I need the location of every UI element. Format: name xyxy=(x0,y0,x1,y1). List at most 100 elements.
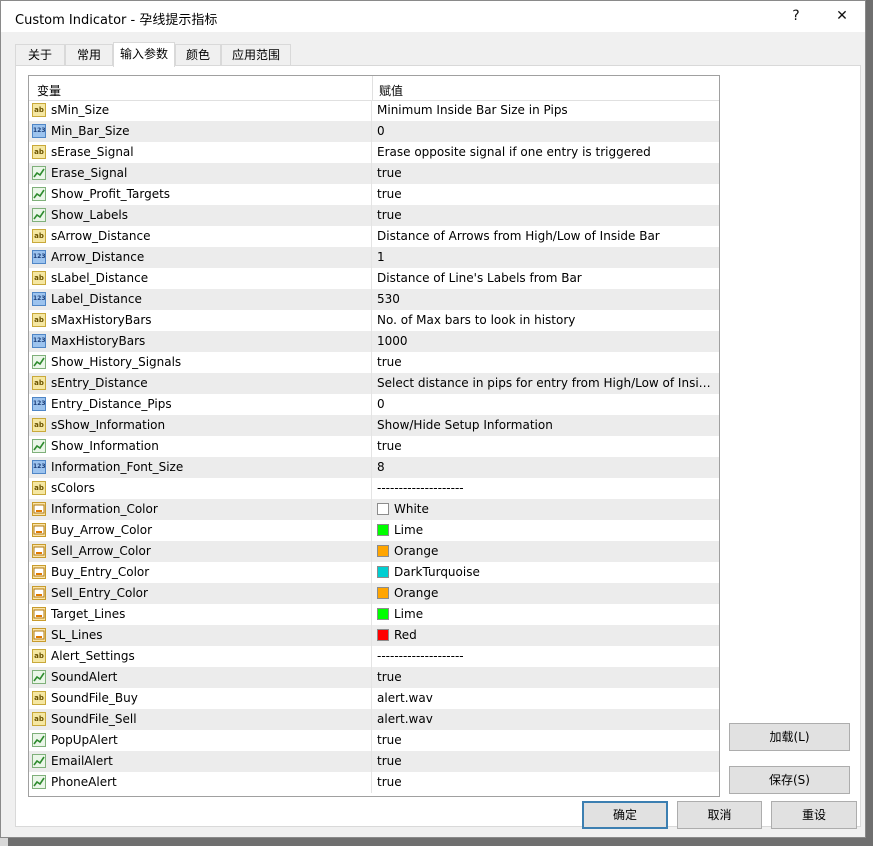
tab-inputs[interactable]: 输入参数 xyxy=(113,42,175,67)
variable-value: Distance of Line's Labels from Bar xyxy=(377,271,582,285)
grid-row[interactable]: Erase_Signal true xyxy=(29,163,719,184)
grid-row[interactable]: Target_Lines Lime xyxy=(29,604,719,625)
value-cell[interactable]: true xyxy=(373,184,719,205)
value-cell[interactable]: -------------------- xyxy=(373,646,719,667)
reset-button[interactable]: 重设 xyxy=(771,801,857,829)
value-cell[interactable]: White xyxy=(373,499,719,520)
variable-value: 0 xyxy=(377,124,385,138)
grid-row[interactable]: Show_Labels true xyxy=(29,205,719,226)
value-cell[interactable]: Orange xyxy=(373,583,719,604)
grid-row[interactable]: 123 Information_Font_Size 8 xyxy=(29,457,719,478)
value-cell[interactable]: Orange xyxy=(373,541,719,562)
variable-value: Orange xyxy=(394,586,439,600)
value-cell[interactable]: DarkTurquoise xyxy=(373,562,719,583)
grid-row[interactable]: ab sArrow_Distance Distance of Arrows from… xyxy=(29,226,719,247)
grid-row[interactable]: Sell_Arrow_Color Orange xyxy=(29,541,719,562)
integer-type-icon: 123 xyxy=(32,397,46,411)
value-cell[interactable]: Minimum Inside Bar Size in Pips xyxy=(373,100,719,121)
value-cell[interactable]: 1 xyxy=(373,247,719,268)
value-cell[interactable]: Distance of Line's Labels from Bar xyxy=(373,268,719,289)
grid-row[interactable]: Show_Information true xyxy=(29,436,719,457)
grid-row[interactable]: Sell_Entry_Color Orange xyxy=(29,583,719,604)
grid-row[interactable]: Buy_Entry_Color DarkTurquoise xyxy=(29,562,719,583)
grid-row[interactable]: ab Alert_Settings -------------------- xyxy=(29,646,719,667)
color-type-icon xyxy=(32,586,46,600)
value-cell[interactable]: 8 xyxy=(373,457,719,478)
value-cell[interactable]: Erase opposite signal if one entry is tr… xyxy=(373,142,719,163)
grid-row[interactable]: Show_History_Signals true xyxy=(29,352,719,373)
variable-name: sLabel_Distance xyxy=(51,271,149,285)
grid-row[interactable]: PopUpAlert true xyxy=(29,730,719,751)
grid-row[interactable]: SoundAlert true xyxy=(29,667,719,688)
value-cell[interactable]: alert.wav xyxy=(373,688,719,709)
load-button[interactable]: 加载(L) xyxy=(729,723,850,751)
grid-row[interactable]: SL_Lines Red xyxy=(29,625,719,646)
color-type-icon xyxy=(32,607,46,621)
value-cell[interactable]: No. of Max bars to look in history xyxy=(373,310,719,331)
value-cell[interactable]: true xyxy=(373,667,719,688)
variable-cell: Buy_Arrow_Color xyxy=(29,520,372,541)
grid-row[interactable]: 123 MaxHistoryBars 1000 xyxy=(29,331,719,352)
grid-row[interactable]: EmailAlert true xyxy=(29,751,719,772)
grid-row[interactable]: ab SoundFile_Sell alert.wav xyxy=(29,709,719,730)
tab-visualization[interactable]: 应用范围 xyxy=(221,44,291,65)
tab-colors[interactable]: 颜色 xyxy=(175,44,221,65)
cancel-button[interactable]: 取消 xyxy=(677,801,762,829)
grid-row[interactable]: ab sColors -------------------- xyxy=(29,478,719,499)
close-button[interactable]: ✕ xyxy=(819,1,865,32)
value-cell[interactable]: 0 xyxy=(373,394,719,415)
help-button[interactable]: ? xyxy=(773,1,819,32)
grid-row[interactable]: ab sLabel_Distance Distance of Line's Labe… xyxy=(29,268,719,289)
variable-value: 1000 xyxy=(377,334,408,348)
variable-value: White xyxy=(394,502,429,516)
tab-about[interactable]: 关于 xyxy=(15,44,65,65)
grid-row[interactable]: 123 Arrow_Distance 1 xyxy=(29,247,719,268)
grid-row[interactable]: ab sMaxHistoryBars No. of Max bars to look… xyxy=(29,310,719,331)
variable-cell: Show_Information xyxy=(29,436,372,457)
value-cell[interactable]: true xyxy=(373,163,719,184)
grid-row[interactable]: ab sEntry_Distance Select distance in pips… xyxy=(29,373,719,394)
value-cell[interactable]: true xyxy=(373,730,719,751)
boolean-type-icon xyxy=(32,187,46,201)
value-cell[interactable]: true xyxy=(373,352,719,373)
grid-rows: ab sMin_Size Minimum Inside Bar Size in Pi… xyxy=(29,100,719,793)
value-cell[interactable]: true xyxy=(373,205,719,226)
grid-row[interactable]: ab SoundFile_Buy alert.wav xyxy=(29,688,719,709)
column-header-variable[interactable]: 变量 xyxy=(37,82,61,99)
value-cell[interactable]: true xyxy=(373,436,719,457)
variable-name: Sell_Entry_Color xyxy=(51,586,148,600)
variable-value: 8 xyxy=(377,460,385,474)
value-cell[interactable]: Lime xyxy=(373,520,719,541)
grid-row[interactable]: Buy_Arrow_Color Lime xyxy=(29,520,719,541)
value-cell[interactable]: Red xyxy=(373,625,719,646)
value-cell[interactable]: -------------------- xyxy=(373,478,719,499)
value-cell[interactable]: 530 xyxy=(373,289,719,310)
integer-type-icon: 123 xyxy=(32,292,46,306)
value-cell[interactable]: Show/Hide Setup Information xyxy=(373,415,719,436)
grid-row[interactable]: ab sMin_Size Minimum Inside Bar Size in Pi… xyxy=(29,100,719,121)
tab-common[interactable]: 常用 xyxy=(65,44,113,65)
value-cell[interactable]: alert.wav xyxy=(373,709,719,730)
value-cell[interactable]: 0 xyxy=(373,121,719,142)
grid-row[interactable]: ab sShow_Information Show/Hide Setup Infor… xyxy=(29,415,719,436)
grid-row[interactable]: PhoneAlert true xyxy=(29,772,719,793)
value-cell[interactable]: 1000 xyxy=(373,331,719,352)
grid-row[interactable]: 123 Entry_Distance_Pips 0 xyxy=(29,394,719,415)
value-cell[interactable]: Distance of Arrows from High/Low of Insi… xyxy=(373,226,719,247)
ok-button[interactable]: 确定 xyxy=(582,801,668,829)
column-header-value[interactable]: 赋值 xyxy=(379,82,403,99)
value-cell[interactable]: true xyxy=(373,772,719,793)
grid-row[interactable]: Information_Color White xyxy=(29,499,719,520)
variable-value: 1 xyxy=(377,250,385,264)
variable-cell: SL_Lines xyxy=(29,625,372,646)
grid-row[interactable]: 123 Label_Distance 530 xyxy=(29,289,719,310)
grid-row[interactable]: Show_Profit_Targets true xyxy=(29,184,719,205)
value-cell[interactable]: Lime xyxy=(373,604,719,625)
value-cell[interactable]: true xyxy=(373,751,719,772)
grid-row[interactable]: ab sErase_Signal Erase opposite signal if … xyxy=(29,142,719,163)
value-cell[interactable]: Select distance in pips for entry from H… xyxy=(373,373,719,394)
boolean-type-icon xyxy=(32,355,46,369)
variable-name: Information_Color xyxy=(51,502,158,516)
grid-row[interactable]: 123 Min_Bar_Size 0 xyxy=(29,121,719,142)
save-button[interactable]: 保存(S) xyxy=(729,766,850,794)
